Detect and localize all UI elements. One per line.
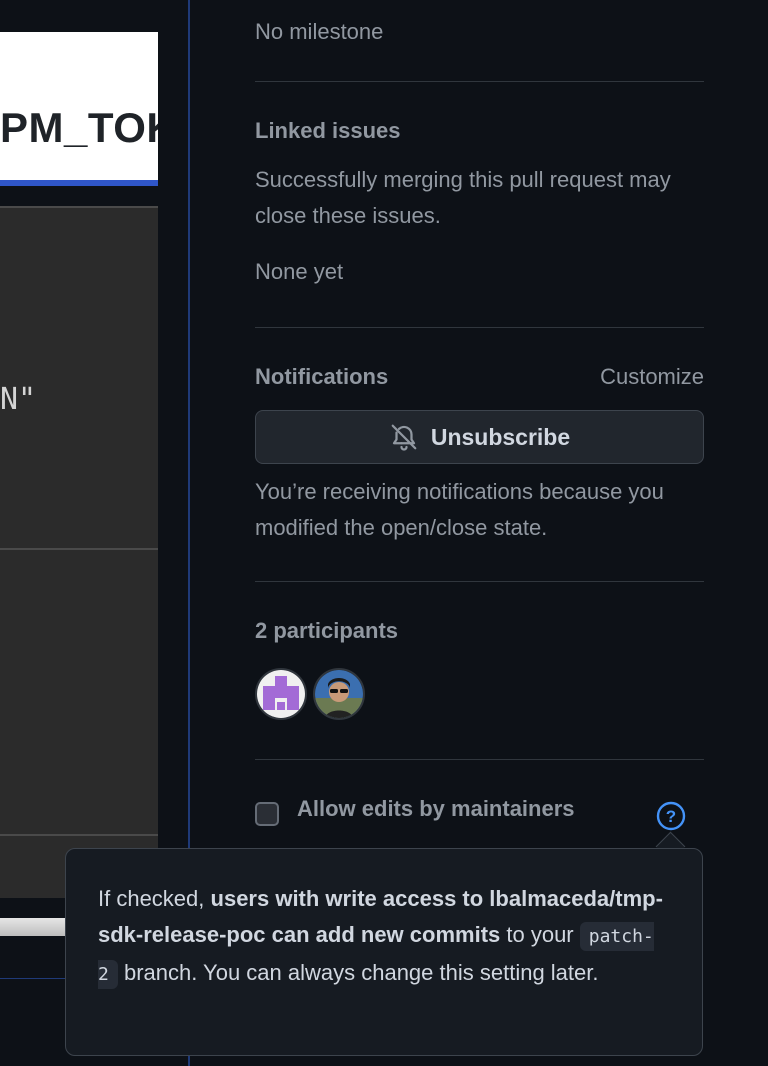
unsubscribe-button[interactable]: Unsubscribe: [255, 410, 704, 464]
customize-link[interactable]: Customize: [600, 364, 704, 390]
embedded-image: PM_TOK: [0, 32, 158, 180]
milestone-section: No milestone: [255, 0, 704, 82]
svg-text:?: ?: [666, 807, 676, 826]
tooltip-prefix: If checked,: [98, 886, 211, 911]
allow-edits-checkbox[interactable]: [255, 802, 279, 826]
notifications-note: You’re receiving notifications because y…: [255, 479, 664, 540]
allow-edits-row: Allow edits by maintainers ?: [255, 796, 704, 836]
image-underline: [0, 180, 158, 186]
linked-issues-heading[interactable]: Linked issues: [255, 118, 704, 144]
tooltip-mid: to your: [500, 922, 580, 947]
linked-issues-section: Linked issues Successfully merging this …: [255, 82, 704, 328]
unsubscribe-label: Unsubscribe: [430, 423, 571, 450]
identicon-image: [257, 670, 305, 718]
avatar-photo[interactable]: [313, 668, 365, 720]
code-divider: [0, 548, 158, 550]
avatar-identicon[interactable]: [255, 668, 307, 720]
participants-heading: 2 participants: [255, 618, 399, 643]
allow-edits-label[interactable]: Allow edits by maintainers: [297, 796, 575, 822]
profile-photo: [315, 670, 363, 718]
image-text: PM_TOK: [0, 104, 158, 151]
question-icon[interactable]: ?: [655, 800, 687, 832]
linked-issues-description: Successfully merging this pull request m…: [255, 167, 671, 228]
pr-sidebar: No milestone Linked issues Successfully …: [255, 0, 704, 760]
allow-edits-tooltip: If checked, users with write access to l…: [65, 848, 703, 1056]
tooltip-suffix: branch. You can always change this setti…: [117, 960, 599, 985]
code-block: N": [0, 206, 158, 898]
bell-slash-icon: [391, 424, 417, 451]
notifications-heading: Notifications: [255, 364, 389, 389]
notifications-section: Notifications Customize Unsubscribe You’…: [255, 328, 704, 582]
linked-issues-value: None yet: [255, 259, 344, 284]
participants-section: 2 participants: [255, 582, 704, 760]
code-text: N": [0, 382, 37, 417]
milestone-value: No milestone: [255, 19, 384, 44]
code-divider: [0, 834, 158, 836]
